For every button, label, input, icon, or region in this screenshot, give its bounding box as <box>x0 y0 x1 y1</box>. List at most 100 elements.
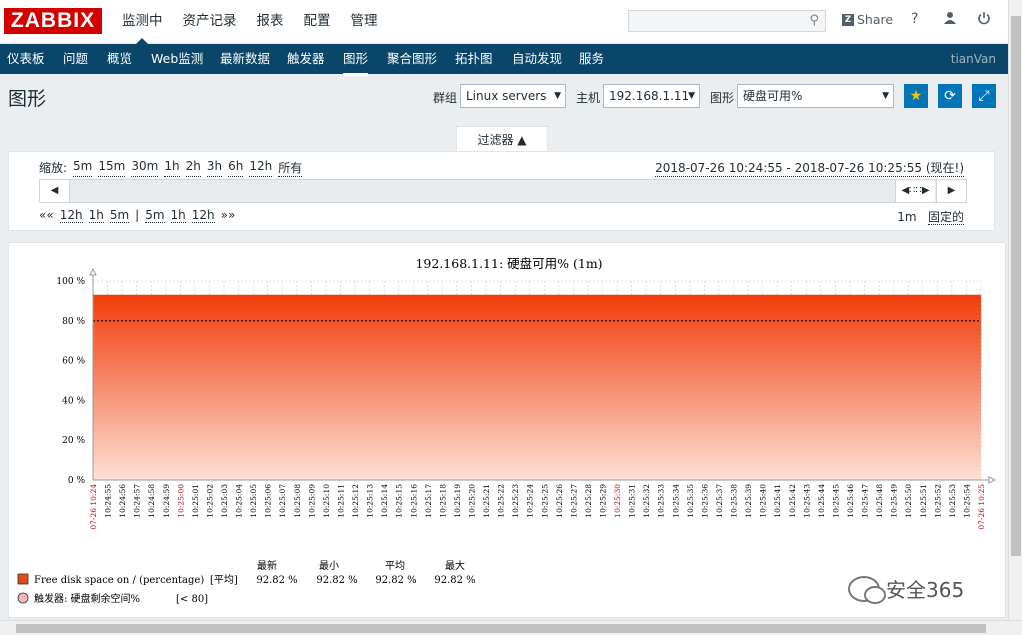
nav-latest-data[interactable]: 最新数据 <box>220 44 270 74</box>
x-tick-label: 10:25:35 <box>686 484 695 518</box>
legend-trigger-cond: [< 80] <box>176 594 208 605</box>
horizontal-scroll-thumb[interactable] <box>16 624 986 633</box>
menu-reports[interactable]: 报表 <box>247 0 294 44</box>
refresh-button[interactable]: ⟳ <box>938 84 962 108</box>
y-tick-label: 0 % <box>68 476 86 486</box>
nav-web[interactable]: Web监测 <box>151 44 203 74</box>
x-tick-label: 10:25:23 <box>511 484 520 518</box>
nav-fwd-all[interactable]: »» <box>221 208 236 223</box>
zoom-1h[interactable]: 1h <box>164 159 180 177</box>
username[interactable]: tianVan <box>951 44 996 74</box>
x-tick-label: 10:25:14 <box>380 484 389 518</box>
x-tick-label: 10:25:37 <box>715 484 724 518</box>
graph-chart[interactable]: 192.168.1.11: 硬盘可用% (1m) 100 % 80 % 60 % 40… <box>9 243 1007 619</box>
zoom-all[interactable]: 所有 <box>278 159 303 177</box>
timeline-handle[interactable]: ◀∷∷▶ <box>895 180 935 202</box>
nav-graphs[interactable]: 图形 <box>343 44 369 76</box>
nav-dashboard[interactable]: 仪表板 <box>7 44 45 74</box>
zoom-3h[interactable]: 3h <box>206 159 223 177</box>
x-tick-label: 10:25:42 <box>788 484 797 518</box>
menu-configuration[interactable]: 配置 <box>294 0 341 44</box>
zabbix-share-icon: Z <box>842 13 854 26</box>
group-select[interactable]: Linux servers ▼ <box>460 84 566 108</box>
x-tick-label: 10:25:12 <box>351 484 360 518</box>
horizontal-scrollbar[interactable] <box>0 620 1022 635</box>
top-menu: 监测中 资产记录 报表 配置 管理 <box>112 0 388 45</box>
wechat-icon <box>848 575 886 604</box>
refresh-icon: ⟳ <box>944 88 956 104</box>
fullscreen-button[interactable]: ⤢ <box>972 84 996 108</box>
nav-back-1h[interactable]: 1h <box>88 208 104 223</box>
nav-maps[interactable]: 拓扑图 <box>455 44 493 74</box>
menu-monitoring[interactable]: 监测中 <box>112 0 173 45</box>
menu-administration[interactable]: 管理 <box>341 0 388 44</box>
legend-series-swatch <box>17 573 29 585</box>
x-tick-label: 10:25:47 <box>861 484 870 518</box>
x-tick-label: 10:25:29 <box>599 484 608 518</box>
vertical-scrollbar[interactable] <box>1008 0 1022 620</box>
host-select[interactable]: 192.168.1.11 ▼ <box>603 84 700 108</box>
chart-title: 192.168.1.11: 硬盘可用% (1m) <box>415 256 602 271</box>
zoom-6h[interactable]: 6h <box>228 159 244 177</box>
legend-header-min: 最小 <box>319 560 339 572</box>
legend-avg-value: 92.82 % <box>375 575 416 586</box>
chevron-down-icon: ▼ <box>688 91 695 101</box>
zoom-15m[interactable]: 15m <box>98 159 126 177</box>
nav-problems[interactable]: 问题 <box>63 44 88 74</box>
filter-tab[interactable]: 过滤器 ▲ <box>456 126 548 152</box>
x-tick-label: 10:25:36 <box>700 484 709 518</box>
legend-header-max: 最大 <box>445 559 465 572</box>
zoom-30m[interactable]: 30m <box>131 159 159 177</box>
vertical-scroll-thumb[interactable] <box>1011 16 1021 556</box>
scroll-right-button[interactable]: ▶ <box>936 180 966 202</box>
chevron-down-icon: ▼ <box>554 91 561 101</box>
x-tick-label: 10:25:26 <box>555 484 564 518</box>
y-tick-label: 20 % <box>62 436 85 446</box>
zoom-2h[interactable]: 2h <box>185 159 201 177</box>
x-tick-label: 07-26 10:24 <box>89 484 98 530</box>
nav-fwd-12h[interactable]: 12h <box>191 208 215 223</box>
y-tick-label: 80 % <box>62 317 85 327</box>
x-tick-label: 10:25:34 <box>671 484 680 518</box>
nav-back-5m[interactable]: 5m <box>109 208 130 223</box>
timeline-scrollbar[interactable]: ◀ ◀∷∷▶ ▶ <box>39 179 967 203</box>
graph-select[interactable]: 硬盘可用% ▼ <box>737 84 894 108</box>
search-input[interactable]: ⚲ <box>628 10 826 32</box>
nav-screens[interactable]: 聚合图形 <box>387 44 437 74</box>
x-tick-label: 10:25:40 <box>759 484 768 518</box>
nav-back-all[interactable]: «« <box>39 208 54 223</box>
scroll-left-button[interactable]: ◀ <box>40 180 70 202</box>
y-tick-label: 60 % <box>62 357 85 367</box>
date-range[interactable]: 2018-07-26 10:24:55 - 2018-07-26 10:25:5… <box>655 159 964 177</box>
nav-back-12h[interactable]: 12h <box>59 208 83 223</box>
x-tick-label: 10:25:33 <box>657 484 666 518</box>
zoom-5m[interactable]: 5m <box>73 159 93 177</box>
menu-inventory[interactable]: 资产记录 <box>173 0 247 44</box>
favorite-button[interactable]: ★ <box>904 84 928 108</box>
nav-fwd-1h[interactable]: 1h <box>170 208 186 223</box>
zoom-12h[interactable]: 12h <box>249 159 273 177</box>
x-tick-label: 10:25:07 <box>278 484 287 518</box>
x-tick-label: 10:25:52 <box>933 484 942 518</box>
nav-triggers[interactable]: 触发器 <box>287 44 325 74</box>
help-icon[interactable]: ? <box>911 11 918 27</box>
power-icon[interactable] <box>977 11 991 29</box>
fixed-toggle[interactable]: 固定的 <box>927 210 964 225</box>
x-tick-label: 10:24:58 <box>147 484 156 518</box>
x-tick-label: 10:25:06 <box>264 484 273 518</box>
nav-overview[interactable]: 概览 <box>107 44 132 74</box>
x-tick-label: 10:25:27 <box>569 484 578 518</box>
x-tick-label: 10:25:18 <box>438 484 447 518</box>
legend-trigger-name: 触发器: 硬盘剩余空间% <box>34 592 140 605</box>
nav-fwd-5m[interactable]: 5m <box>145 208 165 223</box>
x-tick-label: 10:25:31 <box>628 484 637 518</box>
user-icon[interactable] <box>943 11 957 29</box>
nav-discovery[interactable]: 自动发现 <box>512 44 562 74</box>
share-link[interactable]: Z Share <box>842 12 893 27</box>
group-value: Linux servers <box>466 89 547 103</box>
search-icon[interactable]: ⚲ <box>809 13 819 28</box>
zabbix-logo[interactable]: ZABBIX <box>4 8 102 34</box>
nav-services[interactable]: 服务 <box>579 44 604 74</box>
zoom-row: 缩放: 5m 15m 30m 1h 2h 3h 6h 12h 所有 <box>39 159 308 177</box>
arrow-left-icon: ◀ <box>50 185 59 196</box>
